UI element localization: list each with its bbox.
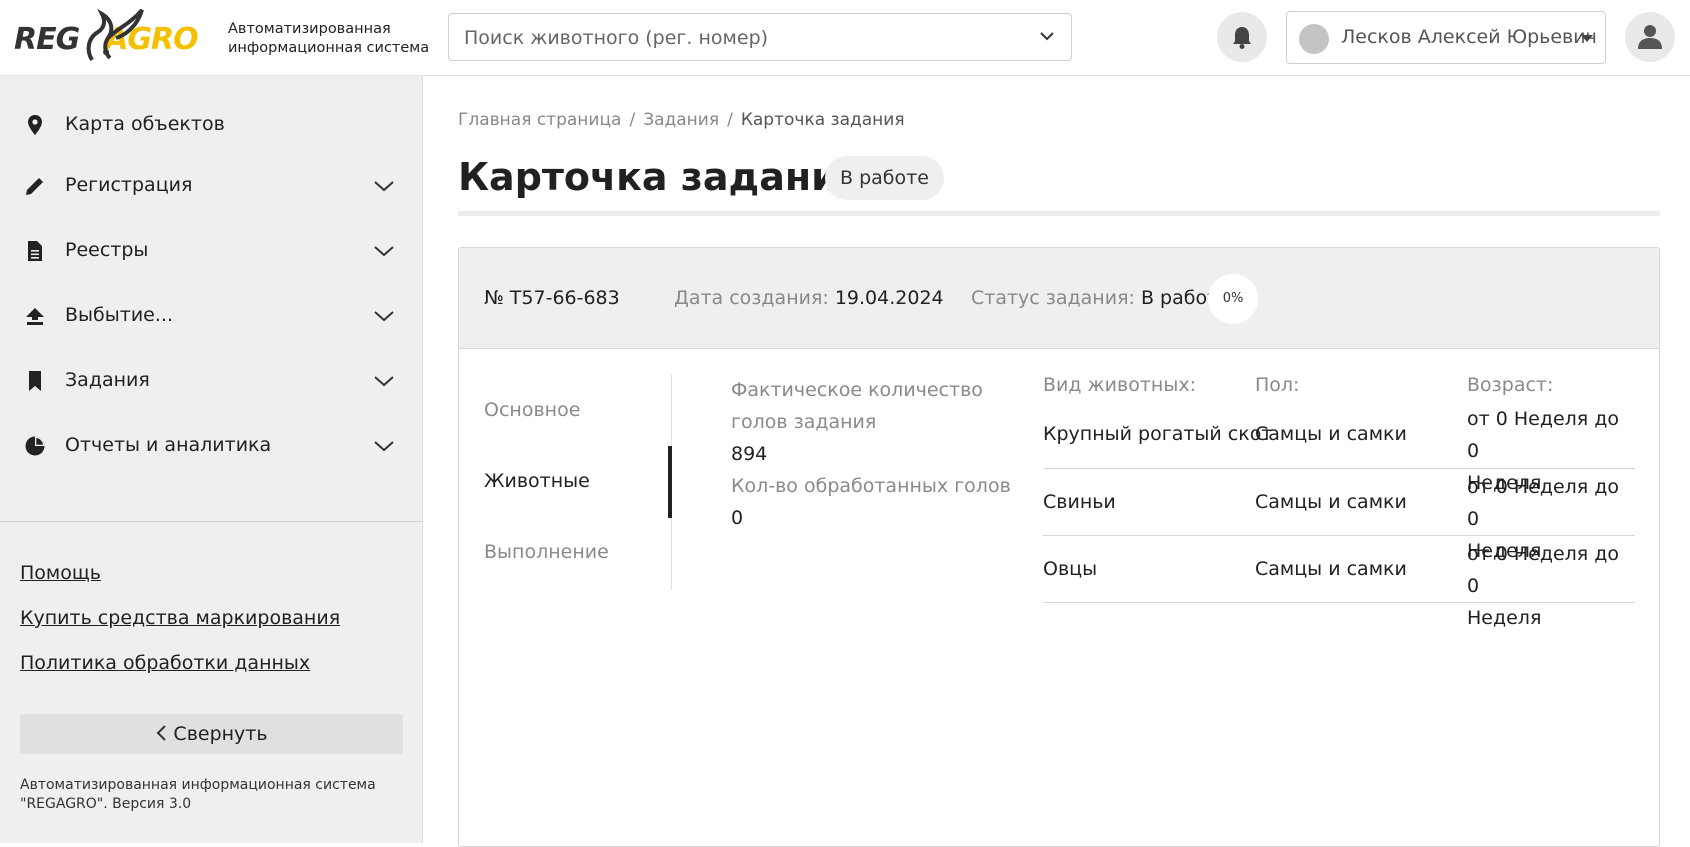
status-badge: В работе bbox=[825, 156, 944, 200]
created-date-label: Дата создания: bbox=[674, 287, 829, 309]
tab-animals[interactable]: Животные bbox=[484, 470, 590, 492]
chevron-down-icon bbox=[1040, 32, 1054, 41]
progress-indicator: 0% bbox=[1208, 274, 1258, 324]
app-subtitle-line1: Автоматизированная bbox=[228, 21, 391, 37]
sex-cell: Самцы и самки bbox=[1255, 491, 1407, 513]
regagro-logo[interactable]: REG AGRO bbox=[14, 8, 210, 66]
sex-cell: Самцы и самки bbox=[1255, 423, 1407, 445]
logo-reg: REG bbox=[14, 22, 80, 57]
task-number: № T57-66-683 bbox=[484, 287, 620, 309]
age-line1: от 0 Неделя до 0 bbox=[1467, 476, 1620, 530]
title-divider bbox=[458, 211, 1660, 216]
column-header-species: Вид животных: bbox=[1043, 374, 1196, 396]
pie-chart-icon bbox=[25, 436, 45, 456]
species-cell: Свиньи bbox=[1043, 491, 1116, 513]
footer-line2: "REGAGRO". Версия 3.0 bbox=[20, 796, 192, 812]
collapse-label-wrap: Свернуть bbox=[20, 723, 403, 745]
bell-icon bbox=[1233, 27, 1251, 49]
actual-count-label-line1: Фактическое количество bbox=[731, 379, 983, 401]
actual-count-value: 894 bbox=[731, 443, 768, 465]
chevron-down-icon bbox=[374, 181, 394, 192]
animal-search-select[interactable]: Поиск животного (рег. номер) bbox=[448, 13, 1072, 61]
processed-count-label: Кол-во обработанных голов bbox=[731, 475, 1011, 497]
animal-stats: Фактическое количество голов задания 894… bbox=[731, 374, 1021, 534]
sidebar-item-label: Выбытие... bbox=[65, 304, 173, 326]
chevron-down-icon bbox=[374, 376, 394, 387]
app-version-footer: Автоматизированная информационная систем… bbox=[20, 776, 400, 814]
search-placeholder: Поиск животного (рег. номер) bbox=[464, 27, 769, 49]
breadcrumb-separator: / bbox=[727, 110, 733, 130]
chevron-down-icon bbox=[374, 246, 394, 257]
footer-line1: Автоматизированная информационная систем… bbox=[20, 777, 376, 793]
map-marker-icon bbox=[28, 115, 42, 135]
sidebar-item-label: Задания bbox=[65, 369, 150, 391]
privacy-policy-link[interactable]: Политика обработки данных bbox=[20, 652, 310, 674]
age-line1: от 0 Неделя до 0 bbox=[1467, 543, 1620, 597]
species-cell: Овцы bbox=[1043, 558, 1098, 580]
processed-count-value: 0 bbox=[731, 507, 744, 529]
sidebar-item-label: Отчеты и аналитика bbox=[65, 434, 272, 456]
bookmark-icon bbox=[29, 371, 41, 391]
sidebar-divider bbox=[0, 521, 423, 522]
table-row: Свиньи Самцы и самки от 0 Неделя до 0 Нед… bbox=[1043, 469, 1635, 562]
buy-marking-link[interactable]: Купить средства маркирования bbox=[20, 607, 340, 629]
sidebar-item-registration[interactable]: Регистрация bbox=[0, 157, 423, 217]
breadcrumb-tasks[interactable]: Задания bbox=[643, 110, 719, 130]
sidebar-item-label: Регистрация bbox=[65, 174, 193, 196]
chevron-down-icon bbox=[374, 441, 394, 452]
column-header-age: Возраст: bbox=[1467, 374, 1554, 396]
table-row: Овцы Самцы и самки от 0 Неделя до 0 Недел… bbox=[1043, 536, 1635, 629]
sex-cell: Самцы и самки bbox=[1255, 558, 1407, 580]
active-tab-indicator bbox=[668, 446, 672, 518]
species-cell: Крупный рогатый скот bbox=[1043, 423, 1273, 445]
created-date: Дата создания: 19.04.2024 bbox=[674, 287, 944, 309]
card-tabs: Основное Животные Выполнение bbox=[459, 374, 672, 590]
sidebar-item-disposal[interactable]: Выбытие... bbox=[0, 287, 423, 347]
table-row: Крупный рогатый скот Самцы и самки от 0 … bbox=[1043, 402, 1635, 494]
help-link[interactable]: Помощь bbox=[20, 562, 101, 584]
app-subtitle-line2: информационная система bbox=[228, 40, 430, 56]
top-header: REG AGRO Автоматизированная информационна… bbox=[0, 0, 1690, 76]
bull-head-icon bbox=[86, 8, 144, 62]
actual-count-label-line2: голов задания bbox=[731, 411, 877, 433]
caret-down-icon bbox=[1581, 35, 1593, 42]
upload-arrow-icon bbox=[26, 308, 44, 325]
age-cell: от 0 Неделя до 0 Неделя bbox=[1467, 538, 1635, 634]
created-date-value: 19.04.2024 bbox=[834, 287, 944, 309]
notifications-button[interactable] bbox=[1217, 12, 1267, 62]
breadcrumb: Главная страница / Задания / Карточка задани… bbox=[458, 110, 905, 130]
breadcrumb-separator: / bbox=[629, 110, 636, 130]
sidebar-item-tasks[interactable]: Задания bbox=[0, 352, 423, 412]
task-status-label: Статус задания: bbox=[971, 287, 1135, 309]
document-icon bbox=[28, 241, 42, 261]
age-line2: Неделя bbox=[1467, 607, 1542, 629]
task-status: Статус задания: В работе bbox=[971, 287, 1230, 309]
sidebar-item-reports[interactable]: Отчеты и аналитика bbox=[0, 417, 423, 477]
sidebar: Карта объектов Регистрация Реестры Выбыт… bbox=[0, 76, 423, 843]
user-menu-dropdown[interactable]: Лесков Алексей Юрьевич bbox=[1286, 11, 1606, 64]
user-name: Лесков Алексей Юрьевич bbox=[1341, 26, 1597, 48]
app-subtitle: Автоматизированная информационная систем… bbox=[228, 20, 429, 58]
user-avatar bbox=[1299, 24, 1329, 54]
pencil-icon bbox=[26, 178, 43, 195]
sidebar-item-registries[interactable]: Реестры bbox=[0, 222, 423, 282]
sidebar-item-label: Карта объектов bbox=[65, 113, 225, 135]
task-card: № T57-66-683 Дата создания: 19.04.2024 С… bbox=[458, 247, 1660, 847]
sidebar-item-map[interactable]: Карта объектов bbox=[0, 96, 423, 156]
sidebar-item-label: Реестры bbox=[65, 239, 149, 261]
tab-execution[interactable]: Выполнение bbox=[484, 541, 609, 563]
profile-button[interactable] bbox=[1625, 12, 1675, 62]
task-card-header: № T57-66-683 Дата создания: 19.04.2024 С… bbox=[459, 248, 1659, 349]
chevron-left-icon bbox=[157, 725, 167, 741]
person-icon bbox=[1638, 25, 1662, 49]
column-header-sex: Пол: bbox=[1255, 374, 1300, 396]
page-title: Карточка задания bbox=[458, 155, 863, 199]
collapse-sidebar-button[interactable]: Свернуть bbox=[20, 714, 403, 754]
age-line1: от 0 Неделя до 0 bbox=[1467, 408, 1620, 462]
breadcrumb-home[interactable]: Главная страница bbox=[458, 110, 621, 130]
breadcrumb-current: Карточка задания bbox=[740, 110, 905, 130]
collapse-label: Свернуть bbox=[173, 723, 268, 745]
chevron-down-icon bbox=[374, 311, 394, 322]
tab-main[interactable]: Основное bbox=[484, 399, 580, 421]
